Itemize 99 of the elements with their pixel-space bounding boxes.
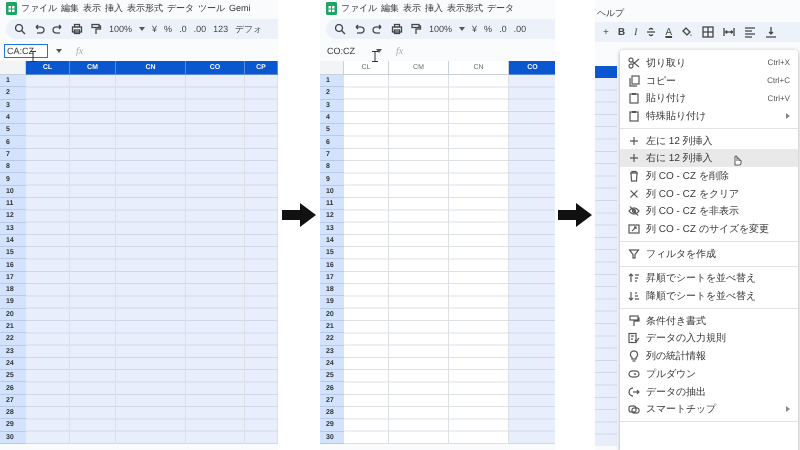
menu-item[interactable]: 特殊貼り付け [620,107,798,125]
hand-pointer-icon [732,154,742,166]
right-arrow-icon [282,203,316,227]
menu-item[interactable]: 切り取り Ctrl+X [620,54,798,72]
right-arrow-icon [558,203,592,227]
menu-item[interactable]: 挿入 [425,2,443,14]
caret-icon[interactable] [376,49,382,53]
name-box[interactable]: CO:CZ [324,44,368,58]
text-cursor-icon [372,51,378,62]
menu-item[interactable]: データ [487,2,514,14]
menu-item[interactable]: 貼り付け Ctrl+V [620,89,798,108]
zoom-dropdown[interactable]: 100% [429,24,452,34]
trash-icon [628,170,640,182]
resize-icon [628,223,640,236]
lightbulb-icon [628,350,640,362]
menu-item[interactable]: 表示形式 [447,2,483,14]
undo-icon[interactable] [33,23,45,35]
toolbar-button[interactable]: .0 [499,24,507,34]
menu-item[interactable]: データの抽出 [620,382,798,400]
smart-chip-icon [628,403,640,416]
menu-item[interactable]: 表示 [403,2,421,14]
print-icon[interactable] [391,23,403,35]
sort-descending-icon [628,290,640,302]
borders-icon[interactable] [702,26,714,38]
menu-item[interactable]: 右に 12 列挿入 [620,149,798,168]
search-icon[interactable] [14,23,26,35]
sort-ascending-icon [628,272,640,284]
menu-item[interactable]: データ [167,2,194,14]
menu-item[interactable]: ヘルプ [597,7,624,20]
eye-off-icon [628,205,640,218]
toolbar-button[interactable]: ¥ [472,24,478,34]
increase-font-size-button[interactable]: + [603,26,609,38]
menu-item[interactable]: ファイル [21,2,57,14]
menu-item[interactable]: 挿入 [105,2,123,14]
scissors-icon [628,56,640,69]
submenu-arrow-icon [786,406,790,412]
menu-item[interactable]: Gemi [229,3,251,13]
menu-item[interactable]: 表示形式 [127,2,163,14]
name-box[interactable]: CA:CZ [4,44,48,58]
dropdown-chip-icon [628,368,640,380]
toolbar-button[interactable]: .00 [514,24,526,34]
menu-item[interactable]: 降順でシートを並べ替え [620,287,798,305]
menu-item[interactable]: 表示 [83,2,101,14]
menu-item[interactable]: 列 CO - CZ をクリア [620,184,798,202]
menu-item[interactable]: 編集 [61,2,79,14]
formula-label: fx [396,46,404,56]
clipboard-icon [628,92,640,104]
zoom-dropdown[interactable]: 100% [109,24,132,34]
menu-item[interactable]: ツール [198,2,225,14]
vertical-align-bottom-icon[interactable] [765,26,778,38]
validation-icon [628,332,640,344]
menu-item[interactable]: 条件付き書式 [620,312,798,330]
paint-format-icon[interactable] [90,23,102,35]
plus-icon [628,134,640,147]
toolbar-button[interactable]: デフォ [235,22,262,36]
toolbar-button[interactable]: % [164,24,172,34]
menu-item[interactable]: ファイル [341,2,377,14]
caret-icon[interactable] [56,49,62,53]
toolbar-button[interactable]: .00 [194,24,206,34]
menu-item[interactable]: コピー Ctrl+C [620,72,798,90]
redo-icon[interactable] [372,23,384,35]
paint-format-icon[interactable] [410,23,422,35]
search-icon[interactable] [334,23,346,35]
caret-icon[interactable] [459,27,466,31]
menu-item[interactable]: データの入力規則 [620,330,798,348]
copy-icon [628,74,640,87]
menu-item[interactable]: 列 CO - CZ を削除 [620,167,798,185]
format-button[interactable]: B [618,26,626,38]
strikethrough-icon[interactable] [646,27,656,37]
paint-roller-icon [628,314,640,327]
align-left-icon[interactable] [744,26,756,38]
print-icon[interactable] [71,23,83,35]
close-icon [628,188,640,200]
menu-item[interactable]: 列 CO - CZ を非表示 [620,202,798,220]
merge-cells-icon[interactable] [723,26,736,38]
menu-item[interactable]: プルダウン [620,365,798,383]
format-button[interactable]: I [634,26,638,38]
menu-item[interactable]: 列の統計情報 [620,347,798,365]
extract-icon [628,386,640,398]
menu-item[interactable]: 左に 12 列挿入 [620,132,798,150]
menu-item[interactable]: スマートチップ [620,400,798,418]
menu-item[interactable]: フィルタを作成 [620,244,798,263]
toolbar-button[interactable]: 123 [213,24,228,34]
caret-icon[interactable] [139,27,146,31]
submenu-arrow-icon [786,112,790,119]
menu-item[interactable]: 昇順でシートを並べ替え [620,270,798,288]
menu-item[interactable]: 編集 [381,2,399,14]
toolbar-button[interactable]: .0 [179,24,187,34]
plus-icon [628,152,640,164]
fill-color-icon[interactable] [681,26,694,38]
toolbar-button[interactable]: ¥ [152,24,158,34]
formula-label: fx [76,46,84,56]
filter-icon [628,248,640,260]
toolbar-button[interactable]: % [484,24,492,34]
undo-icon[interactable] [353,23,365,35]
menu-item[interactable]: 列 CO - CZ のサイズを変更 [620,220,798,238]
redo-icon[interactable] [52,23,64,35]
clipboard-icon [628,110,640,122]
format-button[interactable]: A [665,26,672,38]
